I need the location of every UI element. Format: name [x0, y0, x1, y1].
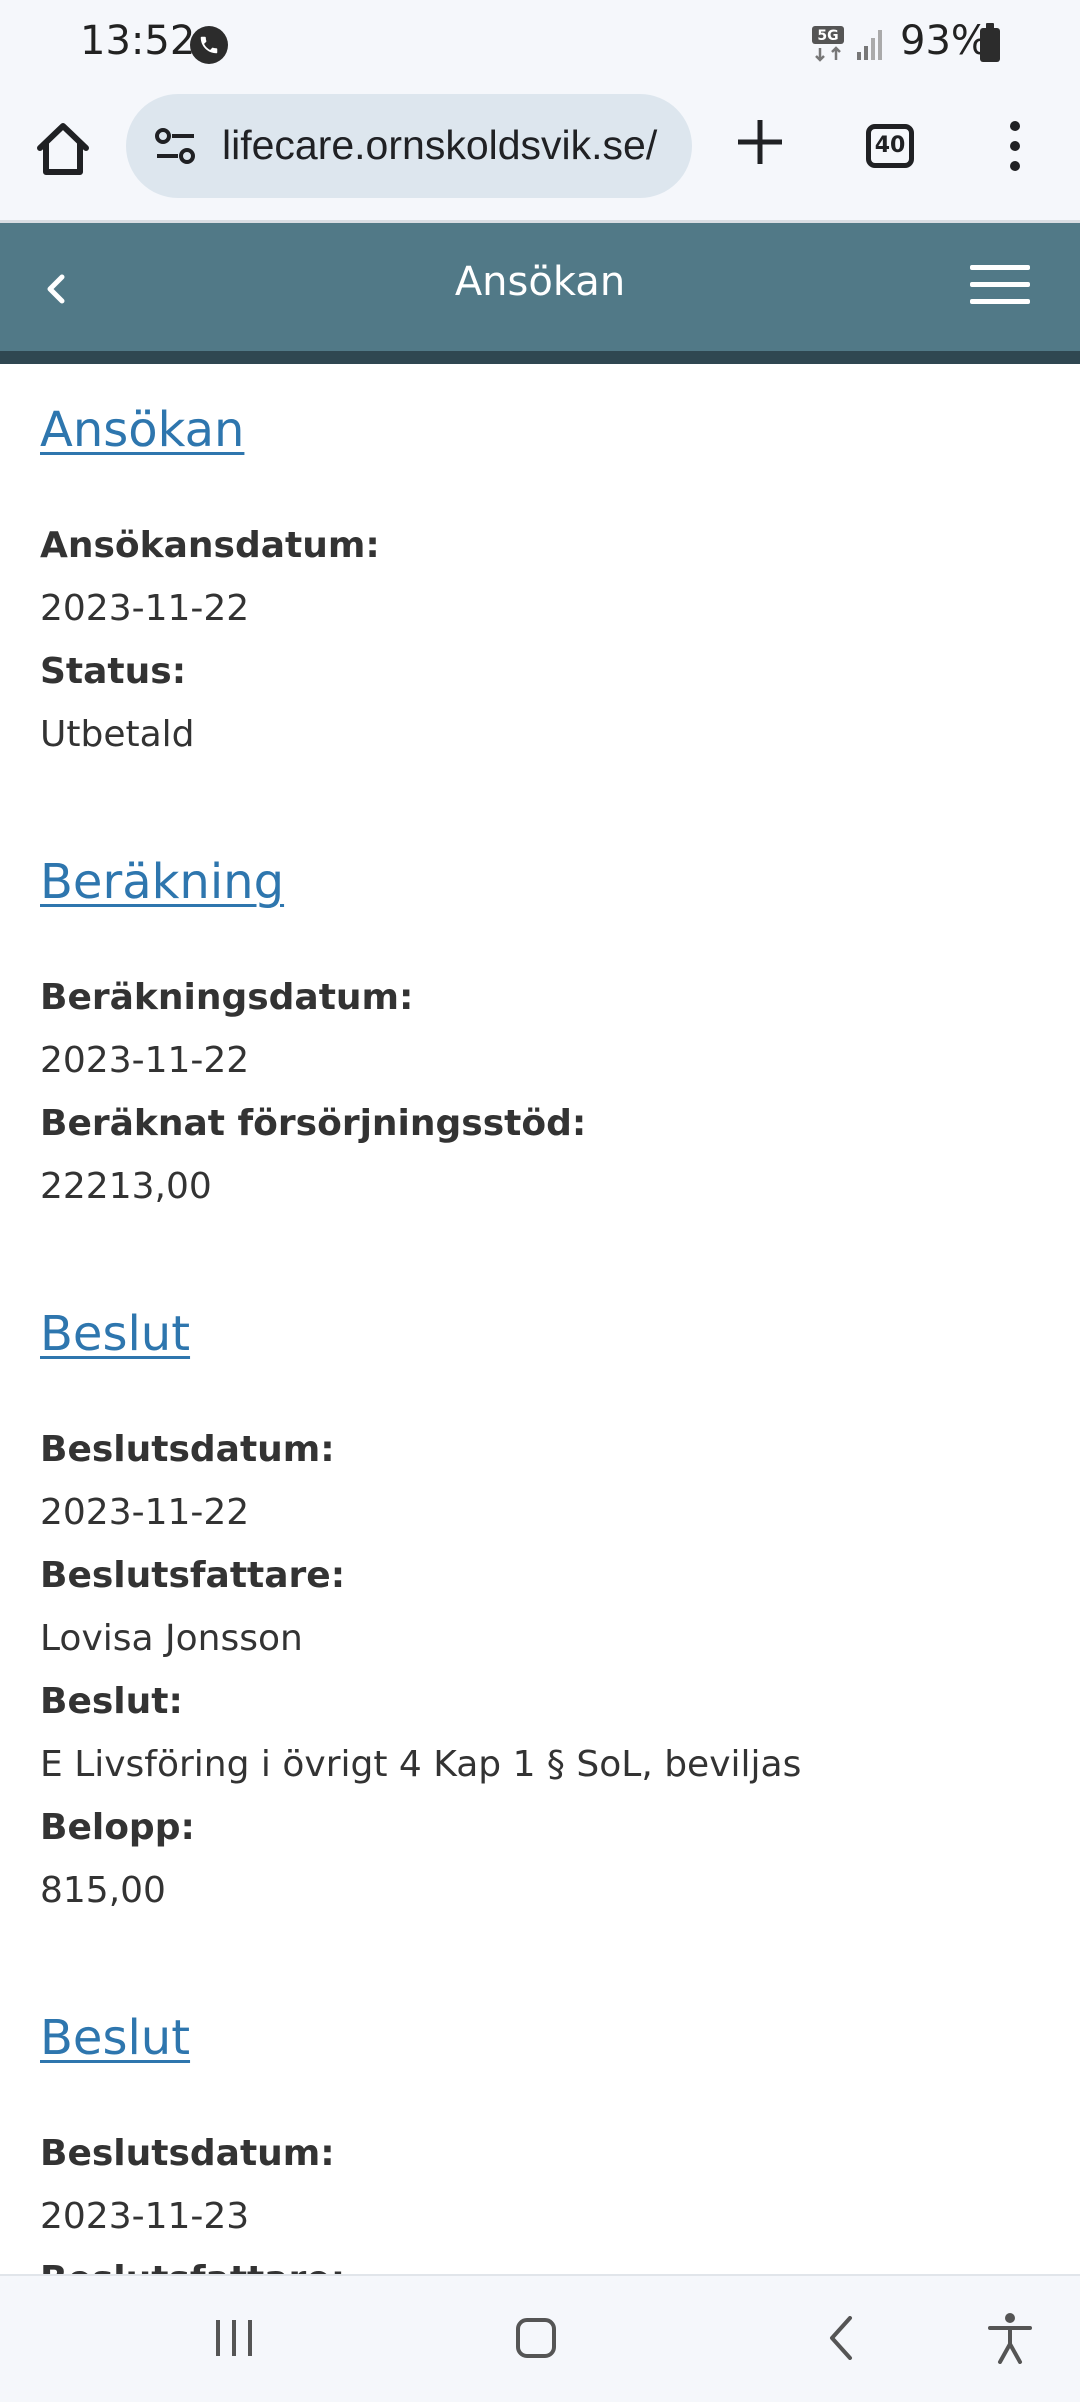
- field-value: 2023-11-22: [40, 1040, 250, 1081]
- status-time: 13:52: [80, 18, 196, 64]
- recent-apps-icon[interactable]: [212, 2316, 256, 2364]
- app-header: Ansökan: [0, 223, 1080, 351]
- header-divider: [0, 351, 1080, 364]
- section-title-link[interactable]: Ansökan: [40, 400, 244, 460]
- url-text[interactable]: lifecare.ornskoldsvik.se/: [222, 122, 657, 169]
- section-berakning: Beräkning Beräkningsdatum: 2023-11-22 Be…: [40, 816, 1040, 1218]
- field-label: Beräknat försörjningsstöd:: [40, 1103, 587, 1144]
- field-label: Beslutsfattare:: [40, 1555, 346, 1596]
- field-label: Belopp:: [40, 1807, 195, 1848]
- field-value: 2023-11-23: [40, 2196, 250, 2237]
- section-beslut-2: Beslut Beslutsdatum: 2023-11-23 Beslutsf…: [40, 1972, 1040, 2274]
- address-bar[interactable]: lifecare.ornskoldsvik.se/: [126, 94, 692, 198]
- status-bar: 13:52 5G 93%: [0, 0, 1080, 88]
- section-title-link[interactable]: Beslut: [40, 2008, 190, 2068]
- signal-icon: [855, 28, 885, 66]
- phone-call-icon: [190, 26, 228, 64]
- field-label: Beslutsdatum:: [40, 2133, 335, 2174]
- field-value: E Livsföring i övrigt 4 Kap 1 § SoL, bev…: [40, 1744, 802, 1785]
- field-label: Status:: [40, 651, 187, 692]
- section-ansokan: Ansökan Ansökansdatum: 2023-11-22 Status…: [40, 364, 1040, 766]
- browser-toolbar: lifecare.ornskoldsvik.se/ 40: [0, 88, 1080, 223]
- field-value: 22213,00: [40, 1166, 212, 1207]
- field-label: Beslutsfattare:: [40, 2248, 1040, 2274]
- application-details: Ansökan Ansökansdatum: 2023-11-22 Status…: [40, 364, 1040, 2274]
- field-value: Utbetald: [40, 714, 195, 755]
- field-value: Lovisa Jonsson: [40, 1618, 303, 1659]
- field-value: 2023-11-22: [40, 1492, 250, 1533]
- section-beslut-1: Beslut Beslutsdatum: 2023-11-22 Beslutsf…: [40, 1268, 1040, 1922]
- network-label: 5G: [817, 28, 838, 44]
- home-icon[interactable]: [30, 116, 96, 182]
- battery-level: 93%: [900, 18, 989, 64]
- back-nav-icon[interactable]: [820, 2316, 864, 2364]
- system-navigation-bar: [0, 2274, 1080, 2402]
- hamburger-icon[interactable]: [970, 263, 1030, 307]
- field-label: Beslut:: [40, 1681, 183, 1722]
- section-title-link[interactable]: Beräkning: [40, 852, 284, 912]
- accessibility-icon[interactable]: [986, 2312, 1034, 2368]
- home-nav-icon[interactable]: [514, 2316, 558, 2364]
- battery-icon: [980, 23, 1000, 62]
- network-5g-icon: 5G: [810, 24, 846, 68]
- tune-icon[interactable]: [154, 126, 198, 170]
- field-value: 2023-11-22: [40, 588, 250, 629]
- more-vert-icon[interactable]: [1000, 116, 1030, 176]
- page-title: Ansökan: [454, 259, 626, 305]
- field-label: Ansökansdatum:: [40, 525, 380, 566]
- field-label: Beslutsdatum:: [40, 1429, 335, 1470]
- plus-icon[interactable]: [732, 114, 788, 170]
- tab-switcher-button[interactable]: 40: [866, 124, 914, 168]
- section-title-link[interactable]: Beslut: [40, 1304, 190, 1364]
- field-label: Beräkningsdatum:: [40, 977, 414, 1018]
- field-value: 815,00: [40, 1870, 166, 1911]
